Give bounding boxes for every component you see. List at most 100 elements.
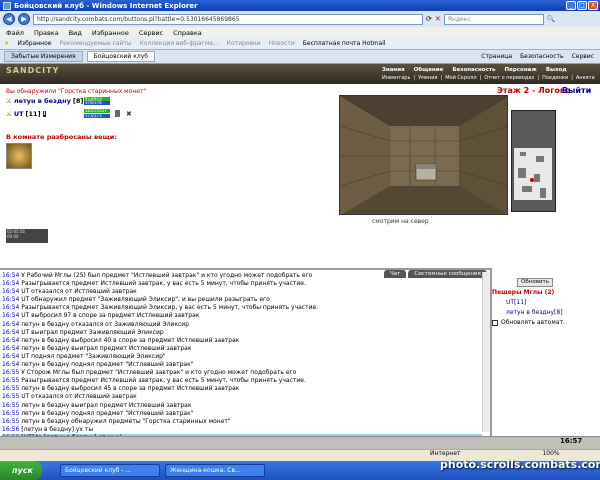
info-icon[interactable]: i xyxy=(42,111,47,117)
chat-time: 16:55 xyxy=(2,417,20,425)
fav-item[interactable]: Коллекция веб-фрагме... xyxy=(140,40,219,47)
chat-time: 16:54 xyxy=(2,312,20,320)
nav-social[interactable]: Общение xyxy=(414,67,444,73)
minimize-button[interactable]: _ xyxy=(566,1,576,10)
window-title: Бойцовский клуб - Windows Internet Explo… xyxy=(14,1,198,10)
nav-skills[interactable]: Умения xyxy=(418,75,437,81)
nav-exit[interactable]: Выход xyxy=(546,67,567,73)
search-input[interactable]: Яндекс xyxy=(443,13,544,25)
chat-text: [летун в бездну] ух ты xyxy=(21,425,94,433)
nav-fights[interactable]: Поединки xyxy=(542,75,568,81)
game-toolbar xyxy=(0,436,600,449)
minimap-grid xyxy=(514,148,552,200)
chat-text: У Сторож Мглы был предмет "Истлевший зав… xyxy=(21,369,297,377)
chat-text: UT обнаружил предмет "Заживляющий Эликси… xyxy=(21,296,270,304)
chat-scrollbar[interactable] xyxy=(482,272,490,432)
chat-time: 16:55 xyxy=(2,401,20,409)
menu-tools[interactable]: Сервис xyxy=(139,29,163,37)
menu-edit[interactable]: Правка xyxy=(34,29,59,37)
start-button[interactable]: пуск xyxy=(0,461,42,480)
nav-security[interactable]: Безопасность xyxy=(452,67,495,73)
chat-line: 16:54 летун в бездну отказался от Заживл… xyxy=(2,321,482,329)
player1-name[interactable]: летун в бездну xyxy=(14,97,71,105)
chat-line: 16:54 UT выиграл предмет Заживляющий Эли… xyxy=(2,329,482,337)
chat-time: 16:54 xyxy=(2,272,20,279)
status-zone: Интернет 100% xyxy=(430,450,560,457)
member-item[interactable]: летун в бездну[8] xyxy=(492,308,565,318)
auto-refresh-checkbox[interactable] xyxy=(492,320,498,326)
menu-file[interactable]: Файл xyxy=(6,29,24,37)
nav-knowledge[interactable]: Знания xyxy=(382,67,405,73)
cross-swords-icon[interactable]: ✖ xyxy=(126,110,132,118)
player2-name[interactable]: UT xyxy=(14,110,24,118)
menu-help[interactable]: Справка xyxy=(173,29,202,37)
security-menu[interactable]: Безопасность xyxy=(520,53,564,60)
chat-text: Разыгрывается предмет Истлевший завтрак,… xyxy=(21,280,306,288)
taskbar-item-catwoman[interactable]: Женщина-кошка. Св... xyxy=(165,464,265,477)
zoom-label[interactable]: 100% xyxy=(542,450,559,457)
maximize-button[interactable]: □ xyxy=(577,1,587,10)
search-icon[interactable]: 🔍 xyxy=(547,15,556,23)
chat-text: летун в бездну обнаружил предметы "Горст… xyxy=(21,417,231,425)
star-icon[interactable]: ★ xyxy=(4,40,9,47)
refresh-icon[interactable]: ⟳ xyxy=(426,15,432,23)
chat-line: 16:54 Разыгрывается предмет Истлевший за… xyxy=(2,280,482,288)
chat-time: 16:54 xyxy=(2,280,20,288)
coins-item-icon[interactable] xyxy=(6,143,32,169)
chat-time: 16:54 xyxy=(2,336,20,344)
nav-inventory[interactable]: Инвентарь xyxy=(382,75,410,81)
nav-character[interactable]: Персонаж xyxy=(505,67,537,73)
tab-forgotten[interactable]: Забытые Измерения xyxy=(4,51,83,62)
chat-text: UT отказался от Истлевший завтрак xyxy=(21,288,137,296)
chat-time: 16:55 xyxy=(2,409,20,417)
menu-favorites[interactable]: Избранное xyxy=(92,29,129,37)
alignment-icon: ⚔ xyxy=(6,97,12,105)
url-field[interactable]: http://sandcity.combats.com/buttons.pl?b… xyxy=(33,13,423,25)
view-direction: смотрим на север xyxy=(372,218,429,225)
close-button[interactable]: X xyxy=(588,1,598,10)
forward-button[interactable]: ▶ xyxy=(18,13,30,25)
fav-item[interactable]: Новости xyxy=(269,40,295,47)
update-button[interactable]: Обновить xyxy=(517,278,553,287)
nav-transfers[interactable]: Отчет о переводах xyxy=(484,75,534,81)
chat-text: летун в бездну поднял предмет "Истлевший… xyxy=(21,409,194,417)
favorites-button[interactable]: Избранное xyxy=(17,40,51,47)
chat-text: летун в бездну выбросил 40 в споре за пр… xyxy=(21,336,240,344)
menu-view[interactable]: Вид xyxy=(69,29,82,37)
exit-link[interactable]: Выйти xyxy=(562,86,591,95)
nav-profile[interactable]: Анкета xyxy=(576,75,595,81)
taskbar-item-combats[interactable]: Бойцовский клуб - ... xyxy=(60,464,160,477)
alignment-icon: ⚔ xyxy=(6,110,12,118)
trash-icon[interactable] xyxy=(115,110,120,117)
stop-icon[interactable]: ✕ xyxy=(435,15,441,23)
fav-item[interactable]: Рекомендуемые сайты xyxy=(59,40,131,47)
player2-row: ⚔ UT [11] i xyxy=(6,110,47,118)
chat-time: 16:54 xyxy=(2,288,20,296)
chat-text: У Рабочий Мглы (25) был предмет "Истлевш… xyxy=(21,272,313,279)
chat-line: 16:54 летун в бездну выбросил 40 в споре… xyxy=(2,337,482,345)
page-menu[interactable]: Страница xyxy=(481,53,512,60)
chat-time: 16:55 xyxy=(2,369,20,377)
chat-text: летун в бездну выиграл предмет Истлевший… xyxy=(21,401,192,409)
chat-line: 16:55 UT отказался от Истлевший завтрак xyxy=(2,393,482,401)
player-marker xyxy=(530,178,534,182)
chat-time: 16:54 xyxy=(2,328,20,336)
back-button[interactable]: ◀ xyxy=(3,13,15,25)
chat-text: летун в бездну выиграл предмет Истлевший… xyxy=(21,344,192,352)
ie-icon xyxy=(3,1,11,10)
tab-combats[interactable]: Бойцовский клуб xyxy=(86,51,155,62)
game-clock: 16:57 xyxy=(560,437,583,445)
window-titlebar: Бойцовский клуб - Windows Internet Explo… xyxy=(0,0,600,11)
chat-time: 16:55 xyxy=(2,393,20,401)
chat-line: 16:55 летун в бездну выиграл предмет Ист… xyxy=(2,402,482,410)
chat-line: 16:54 летун в бездну поднял предмет "Ист… xyxy=(2,361,482,369)
fav-item[interactable]: Котировки xyxy=(227,40,261,47)
floor-label: Этаж 2 - Логово xyxy=(497,86,571,95)
fav-item[interactable]: Бесплатная почта Hotmail xyxy=(303,40,386,47)
side-info: Пещеры Мглы (2) UT[11] летун в бездну[8]… xyxy=(492,288,565,328)
nav-scroll[interactable]: Мой Скролл xyxy=(445,75,476,81)
chat-line: 16:55 летун в бездну обнаружил предметы … xyxy=(2,418,482,426)
tools-menu[interactable]: Сервис xyxy=(572,53,594,60)
chat-time: 16:54 xyxy=(2,352,20,360)
member-item[interactable]: UT[11] xyxy=(492,298,565,308)
